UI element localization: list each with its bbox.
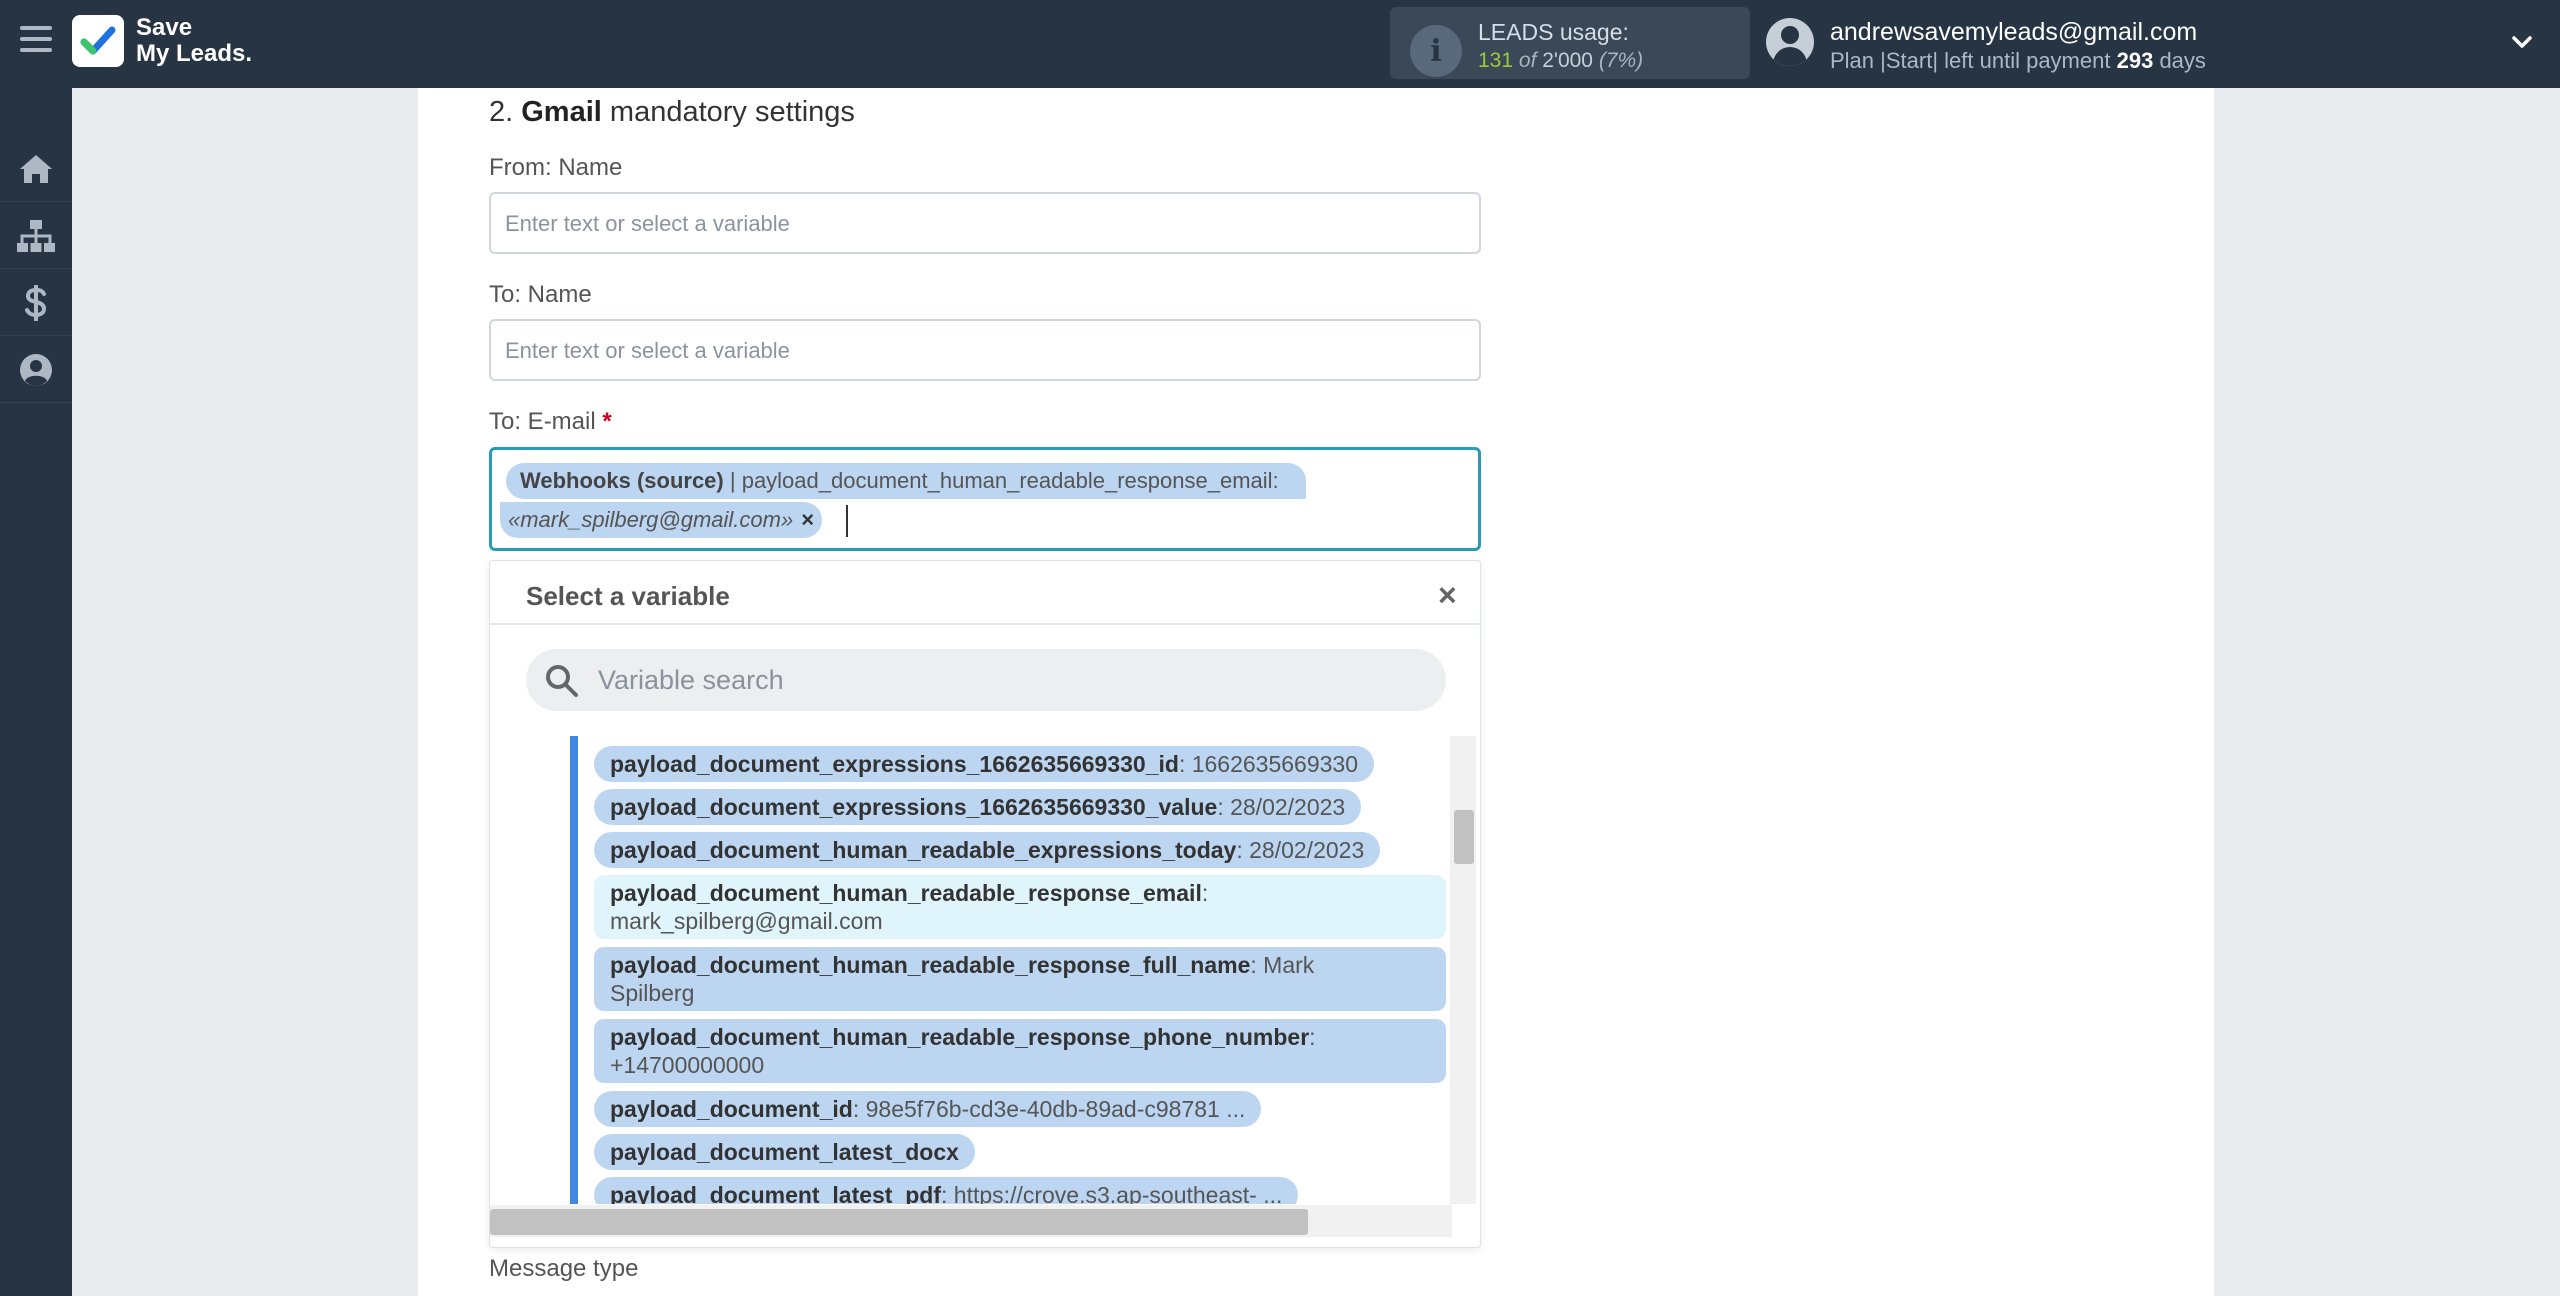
to-name-input[interactable]: Enter text or select a variable bbox=[489, 319, 1481, 381]
tree-line bbox=[570, 736, 578, 1204]
user-circle-icon bbox=[20, 353, 52, 386]
menu-icon[interactable] bbox=[20, 26, 52, 58]
sidebar bbox=[0, 88, 72, 1296]
account-plan: Plan |Start| left until payment 293 days bbox=[1830, 48, 2206, 73]
vertical-scrollbar-thumb[interactable] bbox=[1454, 810, 1474, 864]
list-item[interactable]: payload_document_latest_docx bbox=[594, 1134, 975, 1170]
variable-list: payload_document_expressions_16626356693… bbox=[490, 736, 1480, 1204]
user-avatar-icon bbox=[1766, 18, 1814, 66]
usage-title: LEADS usage: bbox=[1478, 19, 1629, 45]
info-icon: i bbox=[1410, 25, 1462, 77]
list-item[interactable]: payload_document_expressions_16626356693… bbox=[594, 789, 1362, 825]
logo-text: Save My Leads. bbox=[136, 14, 253, 67]
from-name-label: From: Name bbox=[489, 154, 623, 181]
usage-values: 131 of 2'000 (7%) bbox=[1478, 49, 1644, 72]
logo[interactable]: Save My Leads. bbox=[72, 15, 252, 67]
to-name-placeholder: Enter text or select a variable bbox=[505, 338, 790, 363]
list-item[interactable]: payload_document_human_readable_response… bbox=[594, 947, 1446, 1011]
variable-dropdown: Select a variable × Variable search payl… bbox=[489, 560, 1481, 1248]
chevron-down-icon[interactable] bbox=[2510, 30, 2534, 54]
horizontal-scrollbar-thumb[interactable] bbox=[490, 1209, 1308, 1235]
sidebar-item-billing[interactable] bbox=[0, 270, 72, 336]
text-cursor bbox=[846, 505, 848, 537]
account-email: andrewsavemyleads@gmail.com bbox=[1830, 18, 2198, 46]
from-name-placeholder: Enter text or select a variable bbox=[505, 211, 790, 236]
sidebar-item-account[interactable] bbox=[0, 337, 72, 403]
list-item-highlighted[interactable]: payload_document_human_readable_response… bbox=[594, 875, 1446, 939]
list-item[interactable]: payload_document_latest_pdf: https://cro… bbox=[594, 1177, 1299, 1204]
sidebar-item-connections[interactable] bbox=[0, 203, 72, 269]
sitemap-icon bbox=[17, 219, 55, 252]
search-placeholder: Variable search bbox=[598, 665, 784, 695]
sidebar-item-home[interactable] bbox=[0, 136, 72, 202]
variable-chip-value[interactable]: «mark_spilberg@gmail.com» × bbox=[500, 502, 823, 538]
top-bar: Save My Leads. i LEADS usage: 131 of 2'0… bbox=[0, 0, 2560, 88]
logo-check-icon bbox=[72, 15, 124, 67]
close-icon[interactable]: × bbox=[1438, 577, 1457, 614]
to-email-label: To: E-mail * bbox=[489, 408, 612, 435]
list-item[interactable]: payload_document_id: 98e5f76b-cd3e-40db-… bbox=[594, 1091, 1262, 1127]
search-icon bbox=[546, 665, 578, 697]
home-icon bbox=[20, 154, 52, 183]
dollar-icon bbox=[25, 284, 47, 321]
from-name-input[interactable]: Enter text or select a variable bbox=[489, 192, 1481, 254]
dropdown-header: Select a variable × bbox=[490, 561, 1480, 625]
list-item[interactable]: payload_document_expressions_16626356693… bbox=[594, 746, 1375, 782]
message-type-label: Message type bbox=[489, 1255, 639, 1282]
to-email-input[interactable]: Webhooks (source) | payload_document_hum… bbox=[489, 447, 1481, 551]
section-title: 2. Gmail mandatory settings bbox=[489, 96, 855, 128]
list-item[interactable]: payload_document_human_readable_response… bbox=[594, 1019, 1446, 1083]
required-mark: * bbox=[602, 408, 612, 435]
leads-usage-widget[interactable]: i LEADS usage: 131 of 2'000 (7%) bbox=[1390, 7, 1750, 79]
variable-search-input[interactable]: Variable search bbox=[526, 649, 1446, 711]
vertical-scrollbar[interactable] bbox=[1450, 736, 1476, 1204]
list-item[interactable]: payload_document_human_readable_expressi… bbox=[594, 832, 1381, 868]
to-name-label: To: Name bbox=[489, 281, 592, 308]
dropdown-title: Select a variable bbox=[526, 581, 730, 611]
remove-chip-icon[interactable]: × bbox=[801, 507, 814, 532]
variable-chip-source[interactable]: Webhooks (source) | payload_document_hum… bbox=[506, 463, 1306, 499]
